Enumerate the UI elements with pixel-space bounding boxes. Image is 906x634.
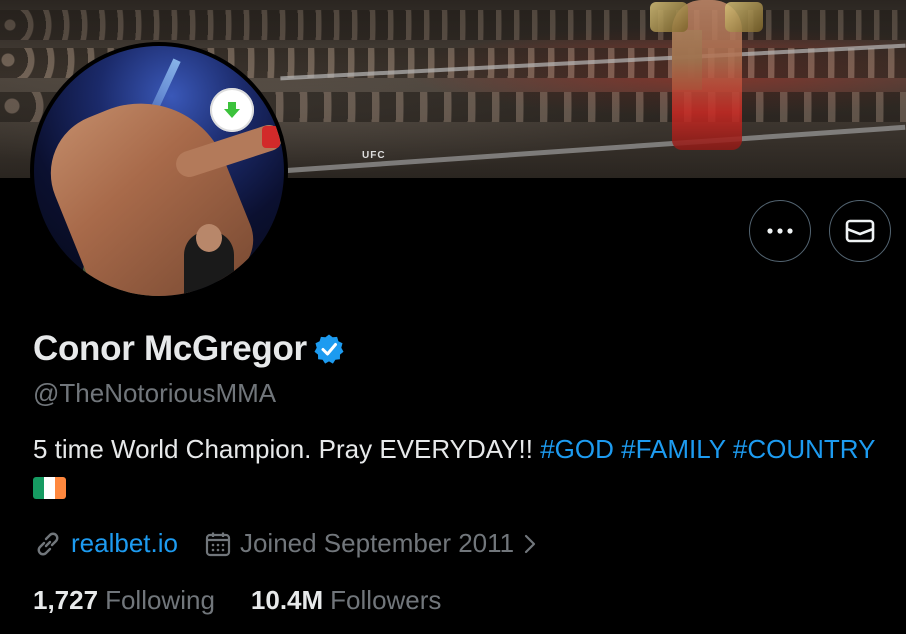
- profile-meta: realbet.io Joined September 2011: [33, 528, 538, 559]
- banner-belt: [650, 2, 688, 32]
- banner-crowd: [0, 10, 906, 40]
- message-button[interactable]: [829, 200, 891, 262]
- follow-stats: 1,727 Following 10.4M Followers: [33, 585, 441, 616]
- hashtag-link[interactable]: #FAMILY: [621, 434, 726, 464]
- following-link[interactable]: 1,727 Following: [33, 585, 215, 616]
- followers-link[interactable]: 10.4M Followers: [251, 585, 442, 616]
- profile-handle: @TheNotoriousMMA: [33, 378, 277, 408]
- avatar-photo: [34, 46, 284, 296]
- banner-belt: [725, 2, 763, 32]
- avatar-background-person-face: [196, 224, 222, 252]
- bio-text: 5 time World Champion. Pray EVERYDAY!!: [33, 434, 533, 464]
- ireland-flag-icon: [33, 477, 66, 499]
- link-icon: [37, 532, 59, 555]
- chevron-right-icon[interactable]: [522, 532, 538, 556]
- profile-name: Conor McGregor: [33, 329, 307, 368]
- followers-label: Followers: [330, 585, 442, 615]
- more-button[interactable]: [749, 200, 811, 262]
- profile-bio: 5 time World Champion. Pray EVERYDAY!! #…: [33, 434, 875, 465]
- following-count: 1,727: [33, 585, 99, 615]
- calendar-icon: [205, 532, 231, 556]
- profile-name-row: Conor McGregor: [33, 329, 345, 369]
- hashtag-link[interactable]: #COUNTRY: [733, 434, 876, 464]
- more-dots-icon: [767, 228, 793, 234]
- banner-cage-rail: [240, 124, 906, 177]
- website-link[interactable]: realbet.io: [71, 528, 178, 559]
- followers-count: 10.4M: [250, 585, 324, 615]
- verified-badge-icon: [314, 334, 344, 364]
- download-icon[interactable]: [210, 88, 254, 132]
- avatar-glove: [262, 126, 280, 148]
- hashtag-link[interactable]: #GOD: [540, 434, 614, 464]
- mail-icon: [845, 219, 875, 243]
- joined-date: Joined September 2011: [239, 528, 515, 558]
- profile-avatar[interactable]: [30, 42, 288, 300]
- following-label: Following: [105, 585, 215, 615]
- banner-ufc-text: UFC: [362, 150, 386, 161]
